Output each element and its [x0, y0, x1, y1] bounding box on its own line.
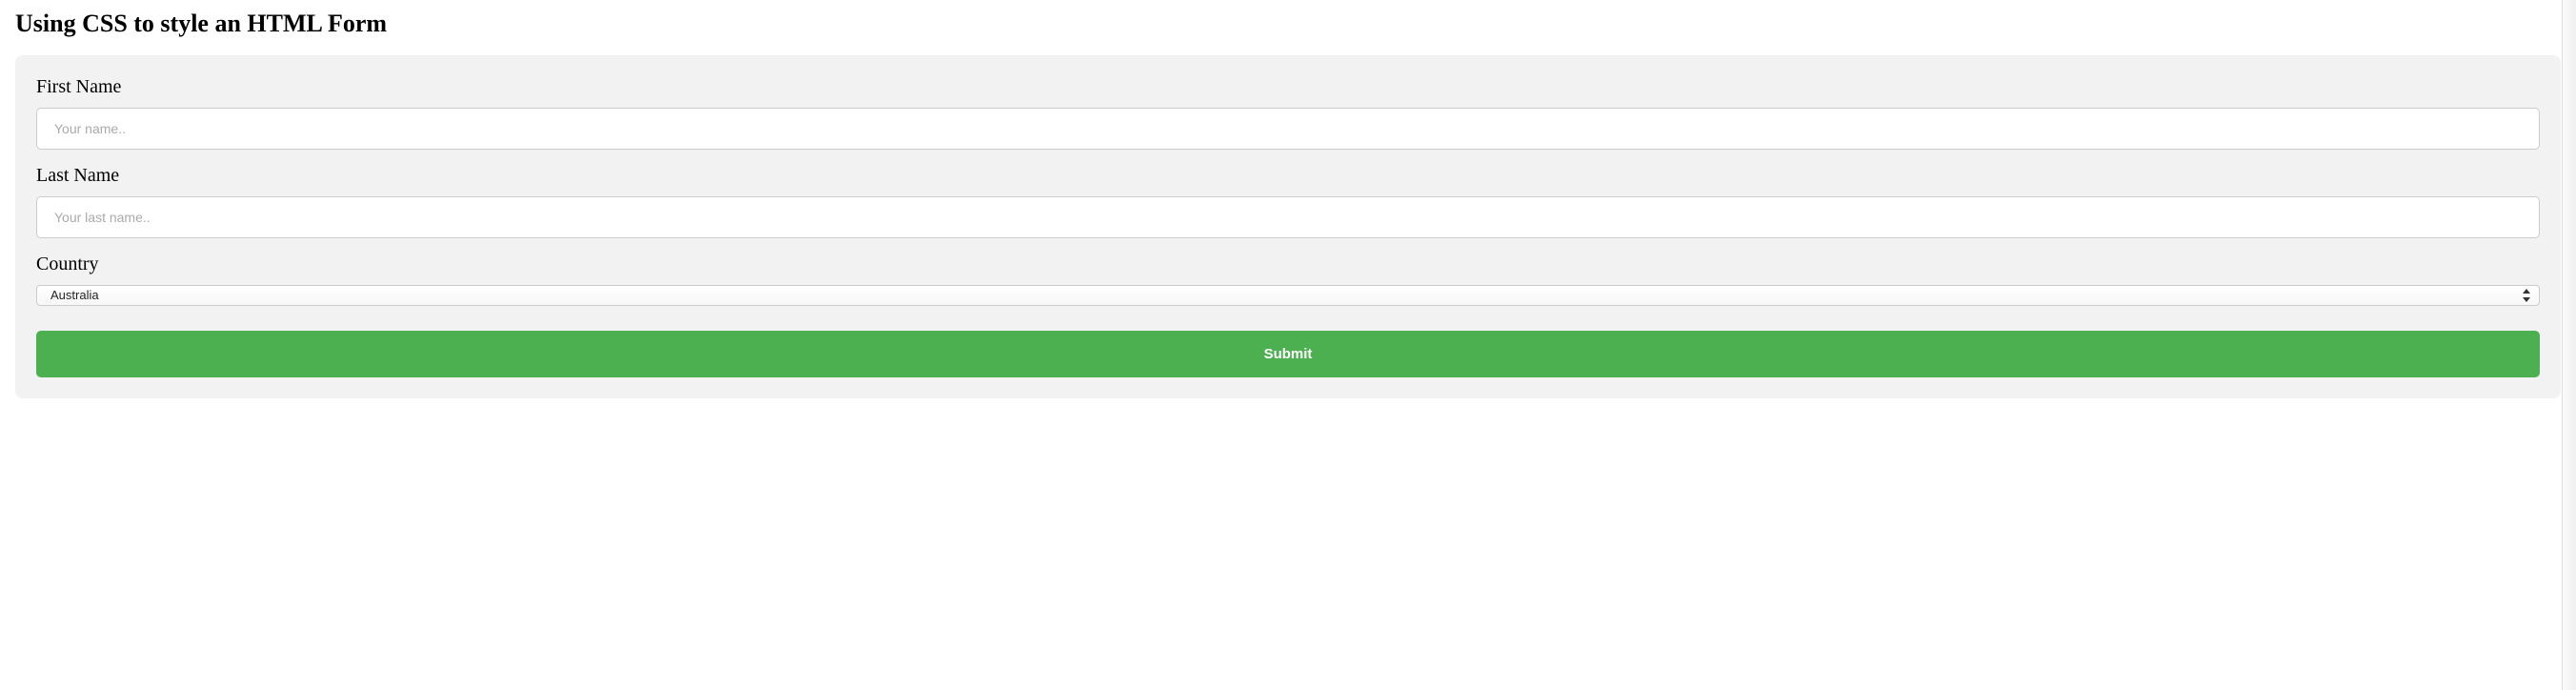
page-title: Using CSS to style an HTML Form	[15, 10, 2561, 38]
submit-button[interactable]: Submit	[36, 331, 2540, 377]
country-select-wrap: Australia	[36, 285, 2540, 306]
page-container: Using CSS to style an HTML Form First Na…	[0, 0, 2576, 410]
last-name-label: Last Name	[36, 165, 2540, 187]
country-label: Country	[36, 254, 2540, 275]
country-select[interactable]: Australia	[36, 285, 2540, 306]
first-name-input[interactable]	[36, 108, 2540, 150]
first-name-label: First Name	[36, 76, 2540, 98]
form-card: First Name Last Name Country Australia S…	[15, 55, 2561, 398]
last-name-input[interactable]	[36, 196, 2540, 238]
